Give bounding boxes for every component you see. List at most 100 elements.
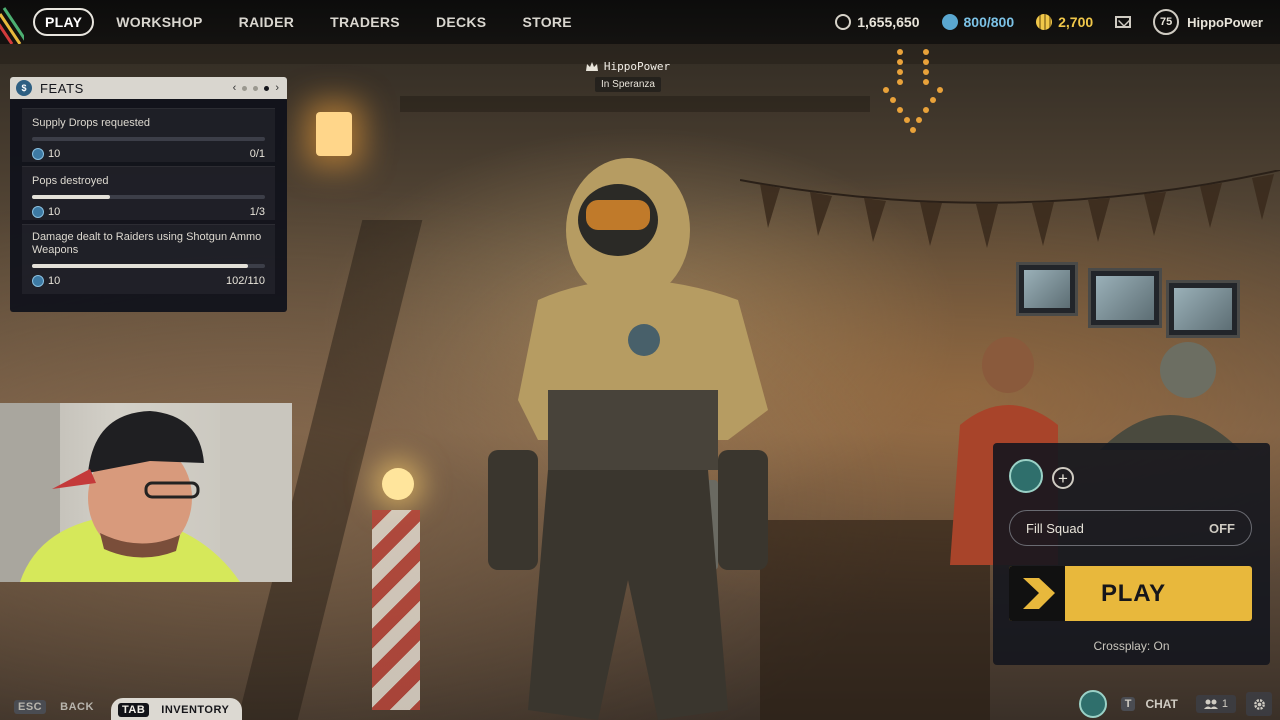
gold-value: 2,700 <box>1058 14 1094 30</box>
crt-monitor <box>1088 268 1162 328</box>
feats-panel: $ FEATS ‹ › Supply Drops requested 10 0/… <box>10 77 287 312</box>
feat-progress-fill <box>32 195 110 199</box>
fill-squad-toggle[interactable]: Fill Squad OFF <box>1009 510 1252 546</box>
page-dot[interactable] <box>242 85 248 91</box>
currency-bar: 1,655,650 800/800 2,700 75 HippoPower <box>835 0 1280 44</box>
coins-value: 1,655,650 <box>857 14 920 30</box>
feat-item[interactable]: Supply Drops requested 10 0/1 <box>22 108 275 162</box>
chat-area: T CHAT 1 <box>1078 688 1280 720</box>
nav-raider[interactable]: RAIDER <box>239 14 294 30</box>
player-avatar[interactable] <box>1078 690 1107 718</box>
arrow-sign-icon <box>883 49 943 133</box>
feat-item[interactable]: Pops destroyed 10 1/3 <box>22 166 275 220</box>
feat-progress-text: 1/3 <box>249 206 265 218</box>
nav-play[interactable]: PLAY <box>33 8 95 36</box>
coins-currency[interactable]: 1,655,650 <box>835 14 920 30</box>
feat-progress-text: 102/110 <box>226 275 265 287</box>
feat-reward: 10 <box>32 148 60 160</box>
inventory-label: INVENTORY <box>161 704 230 716</box>
page-dot[interactable] <box>253 85 259 91</box>
mail-icon[interactable] <box>1115 16 1132 28</box>
credit-icon <box>32 275 44 287</box>
feat-progress-bar <box>32 264 265 268</box>
feat-item[interactable]: Damage dealt to Raiders using Shotgun Am… <box>22 224 275 294</box>
play-button-label: PLAY <box>1100 579 1166 607</box>
crossplay-status: Crossplay: On <box>1093 639 1170 653</box>
back-label: BACK <box>60 701 94 713</box>
gear-icon <box>1253 698 1265 710</box>
credit-icon <box>32 148 44 160</box>
feat-progress-bar <box>32 195 265 199</box>
feat-progress-fill <box>32 264 248 268</box>
crown-icon <box>585 62 598 71</box>
credits-value: 800/800 <box>963 14 1015 30</box>
nav-traders[interactable]: TRADERS <box>330 14 400 30</box>
main-nav: PLAY WORKSHOP RAIDER TRADERS DECKS STORE <box>33 0 608 44</box>
feats-badge-icon: $ <box>16 80 32 96</box>
crt-monitor <box>1016 262 1078 316</box>
feat-reward-value: 10 <box>48 206 61 218</box>
player-location: In Speranza <box>595 77 661 92</box>
feat-reward: 10 <box>32 206 60 218</box>
feats-header: $ FEATS ‹ › <box>10 77 287 99</box>
gold-icon <box>1036 14 1053 30</box>
feats-title: FEATS <box>40 80 84 96</box>
friends-count: 1 <box>1221 698 1228 710</box>
page-dot-active[interactable] <box>264 85 270 91</box>
raider-character <box>488 158 768 720</box>
feat-footer: 10 102/110 <box>32 275 265 287</box>
back-hint[interactable]: ESC BACK <box>14 700 94 714</box>
player-name-row: HippoPower <box>578 60 678 73</box>
friends-icon <box>1203 699 1218 709</box>
streamer-image <box>0 403 292 582</box>
chevron-right-icon <box>1009 566 1065 621</box>
crt-monitor <box>1166 280 1240 338</box>
feat-footer: 10 1/3 <box>32 206 265 218</box>
player-name: HippoPower <box>603 60 671 73</box>
feat-reward-value: 10 <box>48 275 61 287</box>
player-nametag: HippoPower In Speranza <box>578 60 678 92</box>
squad-member-avatar[interactable] <box>1009 459 1043 493</box>
inventory-hint[interactable]: TAB INVENTORY <box>111 698 243 720</box>
rainbow-stripes-logo <box>0 7 24 44</box>
feat-reward-value: 10 <box>48 148 61 160</box>
gold-currency[interactable]: 2,700 <box>1036 14 1093 30</box>
credit-icon <box>941 14 958 30</box>
tab-key: TAB <box>118 703 150 717</box>
credits-currency[interactable]: 800/800 <box>941 14 1015 30</box>
feat-name: Pops destroyed <box>32 175 109 187</box>
feat-reward: 10 <box>32 275 60 287</box>
username[interactable]: HippoPower <box>1187 15 1263 30</box>
top-navigation-bar: PLAY WORKSHOP RAIDER TRADERS DECKS STORE… <box>0 0 1280 44</box>
esc-key: ESC <box>14 700 47 714</box>
feat-progress-bar <box>32 137 265 141</box>
nav-store[interactable]: STORE <box>522 14 571 30</box>
play-button[interactable]: PLAY <box>1009 566 1252 621</box>
play-panel: + Fill Squad OFF PLAY Crossplay: On <box>993 443 1270 665</box>
chat-key: T <box>1120 697 1136 711</box>
coin-icon <box>835 14 852 30</box>
webcam-overlay <box>0 403 292 582</box>
feat-progress-text: 0/1 <box>249 148 265 160</box>
settings-button[interactable] <box>1246 692 1272 716</box>
npc-character <box>1100 342 1240 450</box>
feat-footer: 10 0/1 <box>32 148 265 160</box>
nav-workshop[interactable]: WORKSHOP <box>116 14 202 30</box>
chat-button[interactable]: CHAT <box>1145 697 1177 711</box>
fill-squad-state: OFF <box>1209 520 1235 536</box>
bunting-flags <box>740 170 1280 248</box>
chevron-left-icon[interactable]: ‹ <box>233 82 237 94</box>
fill-squad-label: Fill Squad <box>1026 520 1084 536</box>
bollard-light <box>382 468 414 500</box>
level-badge: 75 <box>1153 9 1180 35</box>
overhead-beam <box>400 96 870 112</box>
nav-decks[interactable]: DECKS <box>436 14 487 30</box>
chevron-right-icon[interactable]: › <box>275 82 279 94</box>
feat-name: Damage dealt to Raiders using Shotgun Am… <box>32 231 262 256</box>
credit-icon <box>32 206 44 218</box>
friends-button[interactable]: 1 <box>1195 695 1236 713</box>
add-squad-member-icon[interactable]: + <box>1052 467 1074 489</box>
feats-pager: ‹ › <box>233 82 279 94</box>
striped-barrier <box>372 510 420 710</box>
feat-name: Supply Drops requested <box>32 117 151 129</box>
